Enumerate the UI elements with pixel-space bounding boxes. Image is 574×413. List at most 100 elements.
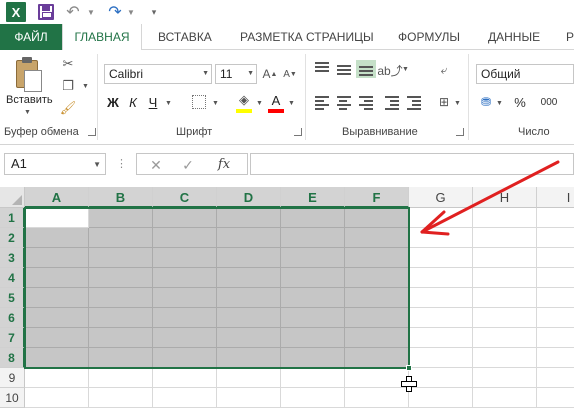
tab-insert[interactable]: ВСТАВКА	[148, 24, 222, 50]
cell-f5[interactable]	[345, 288, 409, 308]
cell-g10[interactable]	[409, 388, 473, 408]
cell-f7[interactable]	[345, 328, 409, 348]
align-top-icon[interactable]	[314, 62, 330, 76]
borders-icon[interactable]	[192, 95, 206, 109]
copy-icon[interactable]: ❐	[60, 78, 76, 94]
cell-a2[interactable]	[25, 228, 89, 248]
accounting-dropdown-icon[interactable]: ▼	[496, 100, 503, 107]
cell-a3[interactable]	[25, 248, 89, 268]
fill-color-dropdown-icon[interactable]: ▼	[256, 100, 263, 107]
cell-a4[interactable]	[25, 268, 89, 288]
cell-h10[interactable]	[473, 388, 537, 408]
formula-bar-grip-icon[interactable]: ⋮	[116, 157, 127, 170]
row-header-1[interactable]: 1	[0, 208, 25, 228]
cell-f3[interactable]	[345, 248, 409, 268]
increase-indent-icon[interactable]	[406, 96, 422, 110]
cell-b5[interactable]	[89, 288, 153, 308]
cancel-button[interactable]: ✕	[145, 155, 167, 175]
font-name-combo[interactable]: Calibri ▼	[104, 64, 212, 84]
underline-dropdown-icon[interactable]: ▼	[165, 100, 172, 107]
cell-e7[interactable]	[281, 328, 345, 348]
alignment-launcher-icon[interactable]	[456, 128, 464, 136]
row-header-4[interactable]: 4	[0, 268, 25, 288]
row-header-7[interactable]: 7	[0, 328, 25, 348]
cell-d8[interactable]	[217, 348, 281, 368]
cell-e8[interactable]	[281, 348, 345, 368]
select-all-button[interactable]	[0, 187, 25, 208]
align-center-icon[interactable]	[336, 96, 352, 110]
cell-i3[interactable]	[537, 248, 574, 268]
cell-i7[interactable]	[537, 328, 574, 348]
cell-b7[interactable]	[89, 328, 153, 348]
cell-a9[interactable]	[25, 368, 89, 388]
copy-dropdown-icon[interactable]: ▼	[82, 83, 89, 90]
cell-b2[interactable]	[89, 228, 153, 248]
redo-dropdown-icon[interactable]: ▼	[126, 2, 136, 22]
redo-icon[interactable]: ↷	[106, 2, 124, 22]
excel-logo-icon[interactable]: X	[6, 2, 26, 22]
cell-f6[interactable]	[345, 308, 409, 328]
paste-icon[interactable]	[12, 56, 42, 94]
cell-a6[interactable]	[25, 308, 89, 328]
tab-file[interactable]: ФАЙЛ	[0, 24, 62, 50]
cell-c10[interactable]	[153, 388, 217, 408]
enter-button[interactable]: ✓	[177, 155, 199, 175]
cell-c5[interactable]	[153, 288, 217, 308]
cell-e9[interactable]	[281, 368, 345, 388]
cell-h6[interactable]	[473, 308, 537, 328]
cell-c9[interactable]	[153, 368, 217, 388]
cell-e6[interactable]	[281, 308, 345, 328]
cell-e2[interactable]	[281, 228, 345, 248]
comma-style-icon[interactable]: 000	[534, 94, 564, 110]
font-color-icon[interactable]: A	[268, 92, 284, 108]
cell-e3[interactable]	[281, 248, 345, 268]
fill-handle[interactable]	[406, 365, 412, 371]
percent-button[interactable]: %	[512, 94, 528, 110]
cell-g7[interactable]	[409, 328, 473, 348]
customize-toolbar-icon[interactable]: ▾	[148, 2, 160, 22]
merge-center-icon[interactable]: ⊞	[436, 94, 452, 110]
cell-g9[interactable]	[409, 368, 473, 388]
cell-b4[interactable]	[89, 268, 153, 288]
cell-c1[interactable]	[153, 208, 217, 228]
cell-d2[interactable]	[217, 228, 281, 248]
row-header-5[interactable]: 5	[0, 288, 25, 308]
merge-dropdown-icon[interactable]: ▼	[454, 100, 461, 107]
cell-d3[interactable]	[217, 248, 281, 268]
cell-f8[interactable]	[345, 348, 409, 368]
align-right-icon[interactable]	[358, 96, 374, 110]
cell-i9[interactable]	[537, 368, 574, 388]
cell-c6[interactable]	[153, 308, 217, 328]
cell-i10[interactable]	[537, 388, 574, 408]
column-header-c[interactable]: C	[153, 187, 217, 208]
tab-formulas[interactable]: ФОРМУЛЫ	[388, 24, 470, 50]
wrap-text-icon[interactable]: ⤶	[436, 62, 452, 78]
row-header-8[interactable]: 8	[0, 348, 25, 368]
cell-h9[interactable]	[473, 368, 537, 388]
cell-c7[interactable]	[153, 328, 217, 348]
cell-g8[interactable]	[409, 348, 473, 368]
undo-icon[interactable]: ↶	[64, 2, 82, 22]
font-color-dropdown-icon[interactable]: ▼	[288, 100, 295, 107]
column-header-d[interactable]: D	[217, 187, 281, 208]
row-header-9[interactable]: 9	[0, 368, 25, 388]
orientation-dropdown-icon[interactable]: ▼	[402, 66, 409, 73]
cell-e1[interactable]	[281, 208, 345, 228]
cell-a7[interactable]	[25, 328, 89, 348]
paste-button[interactable]: Вставить	[6, 94, 53, 106]
orientation-icon[interactable]: ab⤴	[377, 62, 402, 78]
underline-button[interactable]: Ч	[144, 93, 162, 113]
cell-a8[interactable]	[25, 348, 89, 368]
name-box[interactable]: A1 ▼	[4, 153, 106, 175]
cell-f9[interactable]	[345, 368, 409, 388]
cell-d5[interactable]	[217, 288, 281, 308]
cell-d6[interactable]	[217, 308, 281, 328]
cell-h8[interactable]	[473, 348, 537, 368]
fill-color-icon[interactable]: ◈	[236, 92, 252, 108]
save-icon[interactable]	[38, 4, 54, 20]
row-header-6[interactable]: 6	[0, 308, 25, 328]
borders-dropdown-icon[interactable]: ▼	[212, 100, 219, 107]
column-header-e[interactable]: E	[281, 187, 345, 208]
cell-b9[interactable]	[89, 368, 153, 388]
insert-function-button[interactable]: fx	[213, 155, 235, 175]
